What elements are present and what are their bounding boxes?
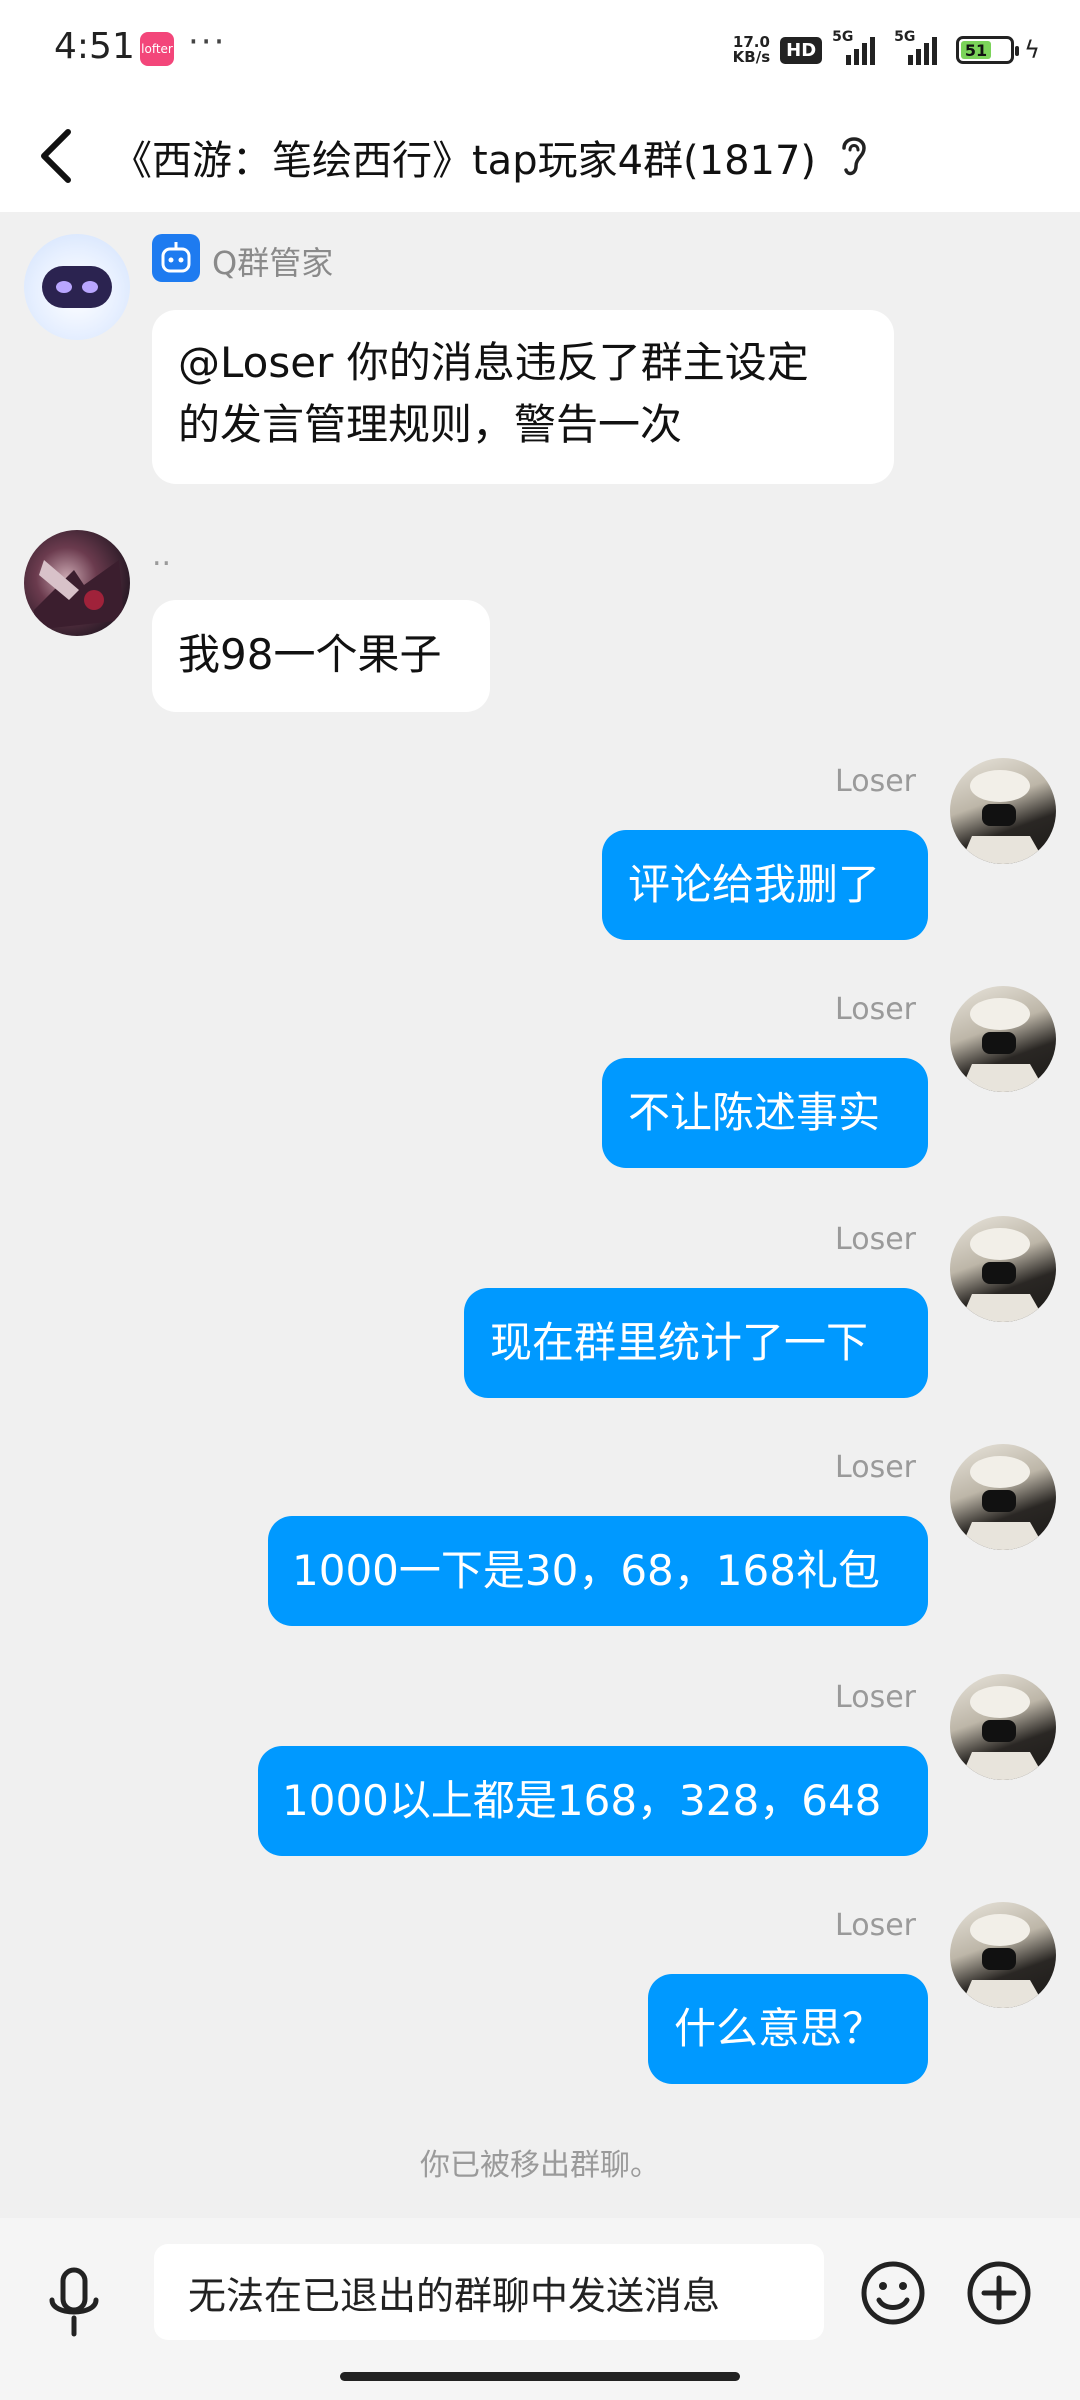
- avatar-photo: [960, 998, 1046, 1092]
- sender-name: Loser: [835, 1680, 916, 1715]
- avatar-photo: [960, 1456, 1046, 1550]
- self-avatar[interactable]: [950, 758, 1056, 864]
- robot-face-icon: [42, 266, 112, 308]
- smiley-icon[interactable]: [860, 2260, 926, 2326]
- chevron-left-icon: [41, 129, 71, 183]
- signal-1-label: 5G: [832, 29, 854, 45]
- avatar-photo: [960, 1228, 1046, 1322]
- signal-2-label: 5G: [894, 29, 916, 45]
- plus-circle-icon[interactable]: [966, 2260, 1032, 2326]
- battery-icon: 51: [956, 36, 1020, 64]
- self-avatar[interactable]: [950, 986, 1056, 1092]
- status-indicators: 17.0 KB/s HD 5G 5G 51 ϟ: [733, 29, 1040, 70]
- bot-avatar[interactable]: [24, 234, 130, 340]
- sender-name: Loser: [835, 764, 916, 799]
- status-bar: 4:51 lofter ··· 17.0 KB/s HD 5G 5G 51 ϟ: [0, 0, 1080, 100]
- message-bubble[interactable]: 1000以上都是168，328，648: [258, 1746, 928, 1856]
- self-avatar[interactable]: [950, 1674, 1056, 1780]
- message-input[interactable]: 无法在已退出的群聊中发送消息: [154, 2244, 824, 2340]
- self-avatar[interactable]: [950, 1444, 1056, 1550]
- signal-icon: 5G: [832, 29, 884, 65]
- lofter-app-icon: lofter: [140, 32, 174, 66]
- ear-icon[interactable]: [836, 126, 872, 182]
- message-text-line: @Loser 你的消息违反了群主设定: [178, 338, 809, 387]
- sender-name: Loser: [835, 1908, 916, 1943]
- avatar-photo: [960, 1914, 1046, 2008]
- sender-name: Loser: [835, 992, 916, 1027]
- home-indicator[interactable]: [340, 2372, 740, 2381]
- signal-icon-2: 5G: [894, 29, 946, 65]
- sender-name: ..: [152, 538, 172, 573]
- message-bubble[interactable]: 我98一个果子: [152, 600, 490, 712]
- avatar-photo: [960, 770, 1046, 864]
- sender-name: Q群管家: [212, 244, 334, 282]
- network-speed-unit: KB/s: [732, 48, 771, 66]
- self-avatar[interactable]: [950, 1902, 1056, 2008]
- user-avatar[interactable]: [24, 530, 130, 636]
- avatar-art: [34, 560, 124, 630]
- message-bubble[interactable]: 1000一下是30，68，168礼包: [268, 1516, 928, 1626]
- charging-icon: ϟ: [1024, 36, 1040, 64]
- chat-header: 《西游：笔绘西行》tap玩家4群(1817): [0, 100, 1080, 212]
- battery-level: 51: [961, 41, 991, 60]
- group-title[interactable]: 《西游：笔绘西行》tap玩家4群(1817): [112, 128, 816, 186]
- sender-name: Loser: [835, 1450, 916, 1485]
- back-button[interactable]: [28, 122, 88, 190]
- message-bubble[interactable]: 什么意思？: [648, 1974, 928, 2084]
- message-text-line: 的发言管理规则，警告一次: [178, 400, 683, 449]
- message-bubble[interactable]: @Loser 你的消息违反了群主设定 的发言管理规则，警告一次: [152, 310, 894, 484]
- hd-icon: HD: [780, 36, 823, 64]
- avatar-photo: [960, 1686, 1046, 1780]
- message-bubble[interactable]: 评论给我删了: [602, 830, 928, 940]
- more-notifications-icon: ···: [188, 22, 227, 62]
- sender-name: Loser: [835, 1222, 916, 1257]
- message-bubble[interactable]: 不让陈述事实: [602, 1058, 928, 1168]
- system-notice: 你已被移出群聊。: [420, 2148, 660, 2183]
- network-speed: 17.0 KB/s: [733, 35, 770, 65]
- microphone-icon[interactable]: [44, 2264, 104, 2340]
- bot-badge-icon: [152, 234, 200, 282]
- self-avatar[interactable]: [950, 1216, 1056, 1322]
- message-bubble[interactable]: 现在群里统计了一下: [464, 1288, 928, 1398]
- status-time: 4:51: [54, 26, 135, 67]
